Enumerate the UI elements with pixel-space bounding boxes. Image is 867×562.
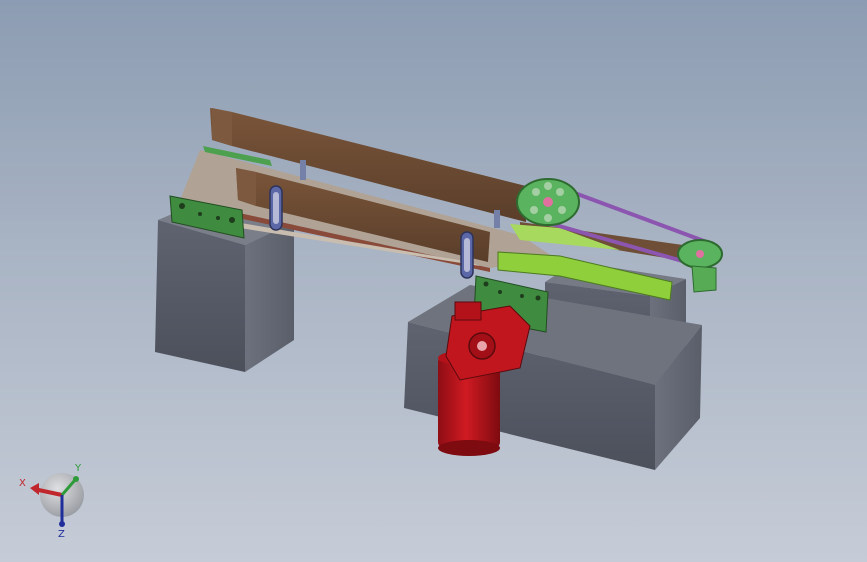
y-axis-label: Y	[74, 463, 82, 474]
conveyor-model[interactable]: X Y Z	[0, 0, 867, 562]
gearbox[interactable]	[445, 301, 531, 381]
x-axis-label: X	[19, 478, 26, 489]
cad-viewport[interactable]: X Y Z	[0, 0, 867, 562]
z-axis-label: Z	[58, 529, 65, 540]
large-pulley[interactable]	[516, 178, 580, 226]
orientation-triad: X Y Z	[19, 463, 84, 540]
